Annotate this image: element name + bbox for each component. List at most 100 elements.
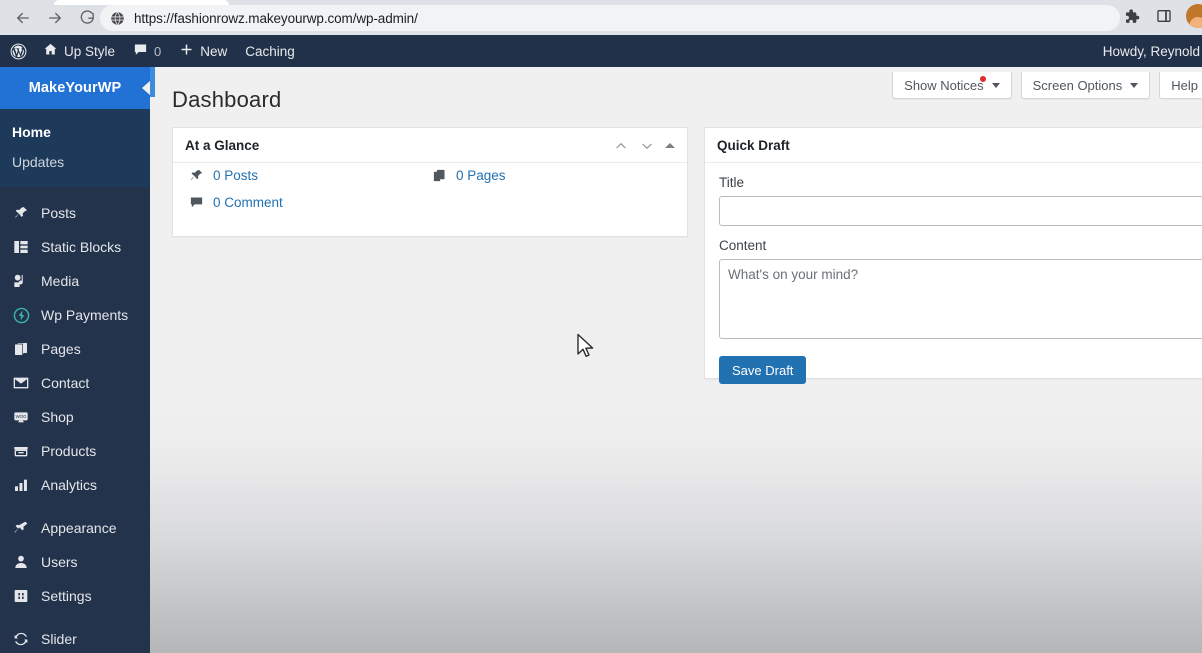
sidebar-item-users[interactable]: Users [0, 545, 150, 579]
paintbrush-icon [12, 519, 30, 537]
show-notices-button[interactable]: Show Notices [892, 72, 1012, 99]
quick-draft-header: Quick Draft [705, 128, 1202, 163]
sidebar-item-updates[interactable]: Updates [0, 147, 150, 177]
sidebar-item-static-blocks-label: Static Blocks [41, 239, 122, 255]
sidebar-item-users-label: Users [41, 554, 78, 570]
help-button[interactable]: Help [1159, 72, 1202, 99]
svg-text:WOO: WOO [16, 414, 27, 419]
draft-content-textarea[interactable] [719, 259, 1202, 339]
pin-icon [12, 204, 30, 222]
sidebar-item-slider[interactable]: Slider [0, 622, 150, 653]
reload-icon[interactable] [72, 3, 102, 33]
plus-icon [179, 42, 194, 60]
at-a-glance-title: At a Glance [185, 137, 260, 153]
payments-circle-icon [12, 306, 30, 324]
url-text: https://fashionrowz.makeyourwp.com/wp-ad… [134, 10, 418, 26]
account-menu[interactable]: Howdy, Reynold [1103, 35, 1202, 67]
at-a-glance-controls [613, 128, 679, 163]
quick-draft-title: Quick Draft [717, 137, 790, 153]
sidebar-item-home[interactable]: Home [0, 117, 150, 147]
at-a-glance-body: 0 Posts 0 Pages 0 Comment [173, 163, 687, 236]
back-arrow-icon[interactable] [8, 3, 38, 33]
glance-comments-link[interactable]: 0 Comment [188, 194, 283, 210]
sidebar-item-static-blocks[interactable]: Static Blocks [0, 230, 150, 264]
menu-separator-1 [0, 502, 150, 511]
sidebar-item-products-label: Products [41, 443, 97, 459]
sidebar-item-posts-label: Posts [41, 205, 77, 221]
content-accent-strip [150, 67, 155, 97]
sidebar-site-title[interactable]: MakeYourWP [0, 67, 150, 109]
slider-refresh-icon [12, 630, 30, 648]
sidebar-item-settings-label: Settings [41, 588, 92, 604]
glance-pages-link[interactable]: 0 Pages [431, 167, 506, 183]
dashboard-submenu: Home Updates [0, 109, 150, 187]
menu-separator-2 [0, 613, 150, 622]
screen-meta-buttons: Show Notices Screen Options Help [892, 72, 1202, 99]
chevron-down-icon [1130, 82, 1139, 88]
side-panel-icon[interactable] [1153, 5, 1175, 27]
sidebar-item-wp-payments[interactable]: Wp Payments [0, 298, 150, 332]
site-name-menu[interactable]: Up Style [34, 35, 124, 67]
screen-options-button[interactable]: Screen Options [1020, 72, 1151, 99]
wordpress-logo-icon[interactable] [0, 35, 34, 67]
at-a-glance-panel: At a Glance 0 Posts 0 Pages 0 Comment [172, 127, 688, 237]
sidebar-item-media[interactable]: Media [0, 264, 150, 298]
comment-bubble-icon [133, 42, 148, 60]
admin-sidebar: MakeYourWP Home Updates Posts Static Blo… [0, 67, 150, 653]
save-draft-button[interactable]: Save Draft [719, 356, 807, 384]
sidebar-item-shop[interactable]: WOO Shop [0, 400, 150, 434]
envelope-icon [12, 374, 30, 392]
address-bar[interactable]: https://fashionrowz.makeyourwp.com/wp-ad… [100, 5, 1120, 31]
user-icon [12, 553, 30, 571]
forward-arrow-icon[interactable] [40, 3, 70, 33]
comments-menu[interactable]: 0 [124, 35, 170, 67]
profile-avatar-icon[interactable] [1186, 4, 1202, 28]
site-name-label: Up Style [64, 43, 116, 59]
caching-menu[interactable]: Caching [236, 35, 304, 67]
draft-title-label: Title [719, 175, 745, 190]
help-label: Help [1171, 77, 1198, 93]
sidebar-item-pages[interactable]: Pages [0, 332, 150, 366]
draft-title-input[interactable] [719, 196, 1202, 226]
globe-icon [110, 11, 125, 26]
woo-shop-icon: WOO [12, 408, 30, 426]
products-box-icon [12, 442, 30, 460]
sidebar-item-posts[interactable]: Posts [0, 196, 150, 230]
sidebar-item-appearance[interactable]: Appearance [0, 511, 150, 545]
sidebar-item-slider-label: Slider [41, 631, 77, 647]
quick-draft-body: Title Content Save Draft [705, 163, 1202, 398]
glance-posts-link[interactable]: 0 Posts [188, 167, 258, 183]
triangle-up-icon[interactable] [665, 143, 675, 148]
home-icon [43, 42, 58, 60]
glance-posts-label: 0 Posts [213, 167, 259, 183]
sidebar-item-home-label: Home [12, 124, 51, 140]
settings-icon [12, 587, 30, 605]
chevron-up-icon[interactable] [613, 138, 629, 154]
pin-icon [188, 167, 204, 183]
quick-draft-panel: Quick Draft Title Content Save Draft [704, 127, 1202, 384]
sidebar-item-analytics[interactable]: Analytics [0, 468, 150, 502]
browser-nav-buttons [0, 3, 102, 33]
sidebar-item-media-label: Media [41, 273, 80, 289]
main-content: Dashboard Show Notices Screen Options He… [150, 67, 1202, 653]
sidebar-item-settings[interactable]: Settings [0, 579, 150, 613]
sidebar-item-appearance-label: Appearance [41, 520, 117, 536]
sidebar-item-shop-label: Shop [41, 409, 74, 425]
caching-label: Caching [245, 43, 295, 59]
show-notices-label: Show Notices [904, 77, 984, 93]
new-label: New [200, 43, 228, 59]
puzzle-piece-icon[interactable] [1120, 5, 1142, 27]
sidebar-item-updates-label: Updates [12, 154, 65, 170]
sidebar-item-contact-label: Contact [41, 375, 90, 391]
chevron-down-icon[interactable] [639, 138, 655, 154]
draft-content-label: Content [719, 238, 767, 253]
new-content-menu[interactable]: New [170, 35, 236, 67]
sidebar-item-pages-label: Pages [41, 341, 81, 357]
sidebar-item-products[interactable]: Products [0, 434, 150, 468]
glance-comments-label: 0 Comment [213, 194, 283, 210]
sidebar-item-contact[interactable]: Contact [0, 366, 150, 400]
at-a-glance-header: At a Glance [173, 128, 687, 163]
blocks-icon [12, 238, 30, 256]
sidebar-menu: Posts Static Blocks Media Wp Payments Pa… [0, 187, 150, 653]
sidebar-item-analytics-label: Analytics [41, 477, 98, 493]
